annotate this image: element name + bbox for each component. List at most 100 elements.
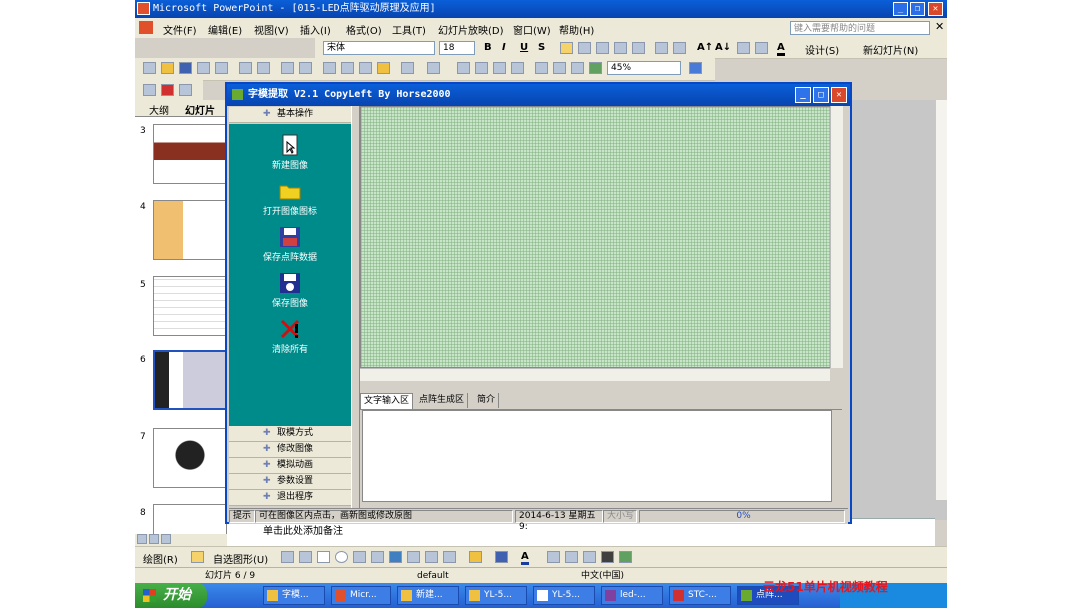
spelling-icon[interactable]: [281, 62, 294, 74]
task-led[interactable]: led-...: [601, 586, 663, 605]
section-parameters[interactable]: ✚ 参数设置: [229, 474, 351, 490]
menu-edit[interactable]: 编辑(E): [208, 22, 242, 37]
diagram-icon[interactable]: [407, 551, 420, 563]
increase-font-icon[interactable]: A↑: [697, 42, 713, 53]
section-exit[interactable]: ✚ 退出程序: [229, 490, 351, 506]
menu-view[interactable]: 视图(V): [254, 22, 289, 37]
align-right-icon[interactable]: [596, 42, 609, 54]
print-preview-icon[interactable]: [257, 62, 270, 74]
justify-icon[interactable]: [614, 42, 627, 54]
task-yl5-a[interactable]: YL-5...: [465, 586, 527, 605]
copy-icon[interactable]: [341, 62, 354, 74]
align-left-icon[interactable]: [560, 42, 573, 54]
task-new[interactable]: 新建...: [397, 586, 459, 605]
sorter-view-icon[interactable]: [149, 534, 159, 544]
slide-thumbnail-4[interactable]: [153, 200, 227, 260]
underline-button[interactable]: U: [520, 42, 528, 53]
new-icon[interactable]: [143, 62, 156, 74]
shadow-style-icon[interactable]: [601, 551, 614, 563]
tab-intro[interactable]: 简介: [474, 393, 500, 408]
tab-dot-output[interactable]: 点阵生成区: [416, 393, 469, 408]
help-close-icon[interactable]: ✕: [935, 20, 944, 33]
dialog-minimize-button[interactable]: _: [795, 87, 811, 103]
slide-thumbnail-5[interactable]: [153, 276, 227, 336]
align-center-icon[interactable]: [578, 42, 591, 54]
rectangle-icon[interactable]: [317, 551, 330, 563]
tab-slides[interactable]: 幻灯片: [185, 102, 215, 117]
hyperlink-icon[interactable]: [511, 62, 524, 74]
save-dot-data-button[interactable]: 保存点阵数据: [229, 226, 351, 263]
cut-icon[interactable]: [323, 62, 336, 74]
email-icon[interactable]: [215, 62, 228, 74]
draw-menu-button[interactable]: 绘图(R): [143, 551, 178, 566]
slide-thumbnail-3[interactable]: [153, 124, 227, 184]
section-animation[interactable]: ✚ 模拟动画: [229, 458, 351, 474]
close-button[interactable]: ✕: [928, 2, 943, 16]
task-yl5-b[interactable]: YL-5...: [533, 586, 595, 605]
restore-button[interactable]: ❐: [910, 2, 925, 16]
open-icon[interactable]: [161, 62, 174, 74]
research-icon[interactable]: [299, 62, 312, 74]
arrow-icon[interactable]: [299, 551, 312, 563]
review-icon[interactable]: [143, 84, 156, 96]
zoom-select[interactable]: 45%: [607, 61, 681, 75]
canvas-horizontal-scrollbar[interactable]: [360, 368, 830, 381]
help-icon[interactable]: [689, 62, 702, 74]
permission-icon[interactable]: [197, 62, 210, 74]
clear-all-button[interactable]: 清除所有: [229, 318, 351, 355]
text-input-area[interactable]: [362, 410, 832, 502]
menu-slideshow[interactable]: 幻灯片放映(D): [438, 22, 504, 37]
menu-insert[interactable]: 插入(I): [300, 22, 331, 37]
format-painter-icon[interactable]: [377, 62, 390, 74]
arrow-style-icon[interactable]: [583, 551, 596, 563]
numbering-icon[interactable]: [655, 42, 668, 54]
increase-indent-icon[interactable]: [755, 42, 768, 54]
grid-icon[interactable]: [571, 62, 584, 74]
show-formatting-icon[interactable]: [553, 62, 566, 74]
draw-font-color-icon[interactable]: A: [521, 551, 529, 565]
splitter[interactable]: [351, 106, 360, 508]
italic-button[interactable]: I: [502, 42, 506, 53]
select-arrow-icon[interactable]: [191, 551, 204, 563]
dash-style-icon[interactable]: [565, 551, 578, 563]
bold-button[interactable]: B: [484, 42, 492, 53]
columns-icon[interactable]: [632, 42, 645, 54]
menu-file[interactable]: 文件(F): [163, 22, 197, 37]
menu-help[interactable]: 帮助(H): [559, 22, 594, 37]
textbox-icon[interactable]: [353, 551, 366, 563]
canvas-vertical-scrollbar[interactable]: [830, 106, 843, 368]
task-powerpoint[interactable]: Micr...: [331, 586, 391, 605]
oval-icon[interactable]: [335, 551, 348, 563]
line-color-icon[interactable]: [495, 551, 508, 563]
dialog-close-button[interactable]: ✕: [831, 87, 847, 103]
font-size-select[interactable]: 18: [439, 41, 475, 55]
open-image-button[interactable]: 打开图像图标: [229, 180, 351, 217]
new-image-button[interactable]: 新建图像: [229, 134, 351, 171]
settings-icon[interactable]: [179, 84, 192, 96]
task-stc[interactable]: STC-...: [669, 586, 731, 605]
slide-thumbnail-7[interactable]: [153, 428, 227, 488]
font-name-select[interactable]: 宋体: [323, 41, 435, 55]
paste-icon[interactable]: [359, 62, 372, 74]
new-slide-button[interactable]: 新幻灯片(N): [863, 42, 918, 57]
expand-all-icon[interactable]: [535, 62, 548, 74]
menu-tools[interactable]: 工具(T): [392, 22, 426, 37]
slide-thumbnail-6[interactable]: [153, 350, 227, 410]
clipart-icon[interactable]: [425, 551, 438, 563]
start-button[interactable]: 开始: [135, 583, 207, 608]
line-icon[interactable]: [281, 551, 294, 563]
autoshapes-button[interactable]: 自选图形(U): [213, 551, 268, 566]
section-mode[interactable]: ✚ 取模方式: [229, 426, 351, 442]
tab-outline[interactable]: 大纲: [149, 102, 169, 117]
wordart-icon[interactable]: [389, 551, 402, 563]
minimize-button[interactable]: _: [893, 2, 908, 16]
decrease-font-icon[interactable]: A↓: [715, 42, 731, 53]
save-image-button[interactable]: 保存图像: [229, 272, 351, 309]
section-edit-image[interactable]: ✚ 修改图像: [229, 442, 351, 458]
help-search-input[interactable]: 键入需要帮助的问题: [790, 21, 930, 35]
dot-matrix-canvas[interactable]: [360, 106, 842, 368]
tab-text-input[interactable]: 文字输入区: [360, 393, 414, 409]
print-icon[interactable]: [239, 62, 252, 74]
picture-icon[interactable]: [443, 551, 456, 563]
insert-chart-icon[interactable]: [457, 62, 470, 74]
